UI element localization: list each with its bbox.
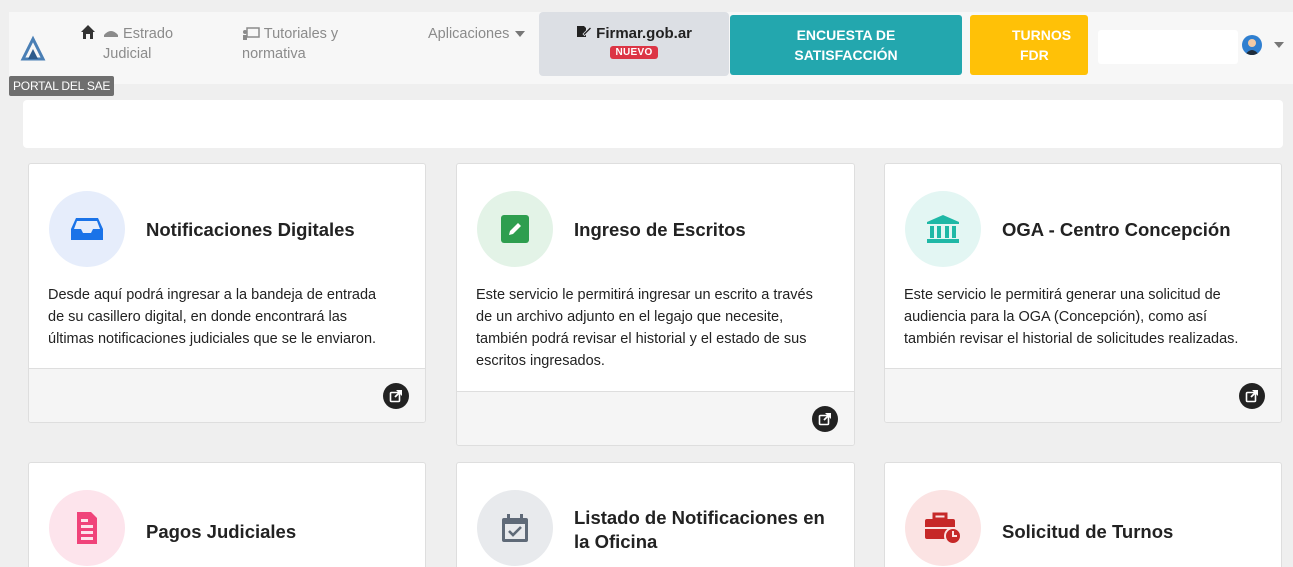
card-title: Notificaciones Digitales: [146, 219, 355, 240]
external-link-icon[interactable]: [1239, 383, 1265, 409]
external-link-icon[interactable]: [812, 406, 838, 432]
edit-icon: [477, 191, 553, 267]
portal-tooltip: PORTAL DEL SAE: [9, 76, 115, 96]
nav-tutoriales-label-2: normativa: [242, 46, 306, 62]
turnos-label-1: TURNOS: [1012, 27, 1072, 43]
card-title: OGA - Centro Concepción: [1002, 219, 1231, 240]
card-listado-notificaciones[interactable]: Listado de Notificaciones en la Oficina: [456, 462, 855, 567]
calendar-check-icon: [477, 490, 553, 566]
user-avatar-icon[interactable]: [1242, 35, 1262, 55]
chevron-down-icon: [515, 31, 526, 38]
nav-estrado-label-2: Judicial: [103, 46, 152, 62]
card-title: Listado de Notificaciones en la Oficina: [574, 507, 825, 552]
inbox-icon: [49, 191, 125, 267]
gavel-icon: [103, 26, 123, 42]
card-ingreso-escritos[interactable]: Ingreso de Escritos Este servicio le per…: [456, 163, 855, 446]
card-footer: [885, 368, 1281, 422]
nav-estrado-judicial[interactable]: Estrado Judicial: [103, 24, 173, 64]
nav-tutoriales[interactable]: Tutoriales y normativa: [242, 24, 338, 64]
card-title: Ingreso de Escritos: [574, 219, 746, 240]
external-link-icon[interactable]: [383, 383, 409, 409]
card-solicitud-turnos[interactable]: Solicitud de Turnos: [884, 462, 1282, 567]
briefcase-clock-icon: [905, 490, 981, 566]
firmar-button[interactable]: Firmar.gob.ar NUEVO: [539, 12, 729, 76]
card-pagos-judiciales[interactable]: Pagos Judiciales: [28, 462, 426, 567]
user-name-box: [1098, 30, 1238, 64]
receipt-icon: [49, 490, 125, 566]
turnos-label-2: FDR: [1020, 47, 1049, 63]
nav-tutoriales-label-1: Tutoriales y: [263, 26, 339, 42]
card-notificaciones-digitales[interactable]: Notificaciones Digitales Desde aquí podr…: [28, 163, 426, 423]
info-banner: [23, 100, 1283, 148]
card-footer: [29, 368, 425, 422]
institution-icon: [905, 191, 981, 267]
card-description: Este servicio le permitirá generar una s…: [904, 287, 1239, 347]
home-icon[interactable]: [80, 24, 96, 46]
card-description: Desde aquí podrá ingresar a la bandeja d…: [48, 287, 377, 347]
card-title: Solicitud de Turnos: [1002, 521, 1174, 542]
presentation-icon: [242, 26, 264, 42]
signature-icon: [576, 25, 596, 42]
nav-estrado-label-1: Estrado: [123, 26, 174, 42]
card-title: Pagos Judiciales: [146, 521, 297, 542]
sae-logo-icon[interactable]: [19, 35, 47, 63]
encuesta-label-1: ENCUESTA DE: [796, 27, 896, 43]
nav-aplicaciones-dropdown[interactable]: Aplicaciones: [428, 24, 526, 44]
nav-aplicaciones-label: Aplicaciones: [428, 26, 510, 42]
firmar-label: Firmar.gob.ar: [596, 25, 693, 42]
user-menu-chevron-icon[interactable]: [1274, 42, 1284, 48]
card-footer: [457, 391, 854, 445]
turnos-fdr-button[interactable]: TURNOS FDR: [970, 15, 1088, 75]
card-description: Este servicio le permitirá ingresar un e…: [476, 287, 813, 369]
encuesta-button[interactable]: ENCUESTA DE SATISFACCIÓN: [730, 15, 962, 75]
nuevo-badge: NUEVO: [610, 46, 658, 59]
encuesta-label-2: SATISFACCIÓN: [794, 47, 898, 63]
card-oga-concepcion[interactable]: OGA - Centro Concepción Este servicio le…: [884, 163, 1282, 423]
